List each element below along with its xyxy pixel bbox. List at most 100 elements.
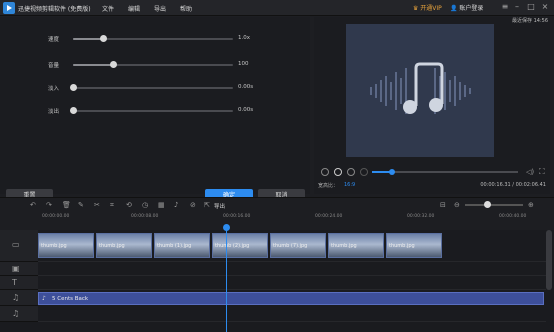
menu-file[interactable]: 文件 bbox=[102, 4, 114, 13]
audio-settings-panel: 速度 1.0x 音量 100 淡入 0.00s 淡出 0.00s 重置 确定 取… bbox=[0, 17, 310, 203]
last-saved-label: 最近保存 14:56 bbox=[512, 18, 548, 24]
split-icon[interactable]: ✂ bbox=[94, 201, 100, 209]
video-track-icon: ▭ bbox=[12, 240, 20, 249]
playhead-handle[interactable] bbox=[223, 224, 230, 231]
video-track-header: ▭ bbox=[0, 230, 38, 262]
zoom-in-icon[interactable]: ⊕ bbox=[528, 201, 534, 209]
ruler-label: 00:00:08.00 bbox=[131, 214, 159, 219]
overlay-lane[interactable] bbox=[38, 262, 546, 276]
clip-name: thumb (2).jpg bbox=[215, 243, 250, 249]
volume-slider-fill bbox=[73, 64, 113, 66]
rotate-icon[interactable]: ⟲ bbox=[126, 201, 132, 209]
video-clip[interactable]: thumb.jpg bbox=[328, 233, 384, 258]
timeline-toolbar: ↶ ↷ 🗑 ✎ ✂ ⌗ ⟲ ◷ ▦ ♪ ⊘ ⇱ 导出 ⊟ ⊖ ⊕ bbox=[0, 197, 554, 211]
zoom-slider-knob[interactable] bbox=[484, 201, 491, 208]
clip-name: thumb.jpg bbox=[331, 243, 357, 249]
speed-slider-fill bbox=[73, 38, 104, 40]
audio-lane[interactable] bbox=[38, 306, 546, 322]
timeline-ruler[interactable]: 00:00:00.00 00:00:08.00 00:00:16.00 00:0… bbox=[38, 212, 554, 230]
ruler-label: 00:00:16.00 bbox=[223, 214, 251, 219]
undo-icon[interactable]: ↶ bbox=[30, 201, 36, 209]
export-icon[interactable]: ⇱ bbox=[204, 201, 210, 209]
fade-in-label: 淡入 bbox=[48, 86, 60, 92]
menu-edit[interactable]: 编辑 bbox=[128, 4, 140, 13]
vip-button[interactable]: ♛ 开通VIP bbox=[413, 3, 442, 12]
video-clip[interactable]: thumb.jpg bbox=[96, 233, 152, 258]
fade-in-slider[interactable] bbox=[70, 84, 233, 91]
delete-icon[interactable]: 🗑 bbox=[62, 201, 71, 209]
video-clip[interactable]: thumb.jpg bbox=[386, 233, 442, 258]
text-track-icon: T bbox=[12, 278, 17, 287]
timeline-scrollbar[interactable] bbox=[546, 230, 552, 290]
music-track-icon: ♫ bbox=[12, 293, 20, 302]
app-title: 迅捷视频剪辑软件 (免费版) bbox=[18, 6, 91, 13]
speed-icon[interactable]: ◷ bbox=[142, 201, 148, 209]
user-icon: 👤 bbox=[450, 5, 458, 12]
clip-name: thumb.jpg bbox=[41, 243, 67, 249]
music-note-icon bbox=[370, 62, 471, 114]
edit-icon[interactable]: ✎ bbox=[78, 201, 84, 209]
export-label[interactable]: 导出 bbox=[214, 202, 225, 210]
volume-icon[interactable]: ◁) bbox=[526, 168, 534, 176]
fade-out-label: 淡出 bbox=[48, 109, 60, 115]
volume-slider[interactable] bbox=[73, 61, 233, 68]
video-clip[interactable]: thumb (1).jpg bbox=[154, 233, 210, 258]
fullscreen-toggle-icon[interactable] bbox=[360, 168, 368, 176]
playhead-line[interactable] bbox=[226, 227, 227, 332]
fade-out-slider[interactable] bbox=[70, 107, 233, 114]
account-login-button[interactable]: 👤 账户登录 bbox=[450, 3, 483, 12]
speed-slider-knob[interactable] bbox=[100, 35, 108, 42]
ruler-label: 00:00:00.00 bbox=[42, 214, 70, 219]
speed-label: 速度 bbox=[48, 37, 60, 43]
video-clip[interactable]: thumb (2).jpg bbox=[212, 233, 268, 258]
stop-icon[interactable] bbox=[321, 168, 329, 176]
freeze-icon[interactable]: ⊘ bbox=[190, 201, 196, 209]
zoom-slider[interactable] bbox=[465, 204, 523, 206]
mosaic-icon[interactable]: ▦ bbox=[158, 201, 165, 209]
maximize-icon[interactable]: □ bbox=[526, 2, 536, 12]
app-logo-icon bbox=[3, 2, 15, 14]
aspect-ratio-value[interactable]: 16:9 bbox=[344, 182, 355, 188]
crop-icon[interactable]: ⌗ bbox=[110, 201, 114, 209]
video-lane[interactable]: thumb.jpg thumb.jpg thumb (1).jpg thumb … bbox=[38, 230, 546, 262]
playback-progress[interactable] bbox=[372, 169, 518, 175]
volume-value: 100 bbox=[238, 61, 249, 67]
close-icon[interactable]: × bbox=[540, 2, 550, 12]
text-track-header: T bbox=[0, 276, 38, 290]
speed-value: 1.0x bbox=[238, 35, 251, 41]
timeline-tracks: ▭ ▣ T ♫ ♫ thumb.jpg thumb.jpg thumb (1).… bbox=[0, 230, 554, 332]
menu-icon[interactable]: ≡ bbox=[500, 2, 510, 12]
menu-export[interactable]: 导出 bbox=[154, 4, 166, 13]
minimize-icon[interactable]: – bbox=[512, 2, 522, 12]
next-icon[interactable] bbox=[347, 168, 355, 176]
speed-slider[interactable] bbox=[73, 35, 233, 42]
fit-icon[interactable]: ⊟ bbox=[440, 201, 446, 209]
title-bar: 迅捷视频剪辑软件 (免费版) 文件 编辑 导出 帮助 ♛ 开通VIP 👤 账户登… bbox=[0, 0, 554, 16]
clip-name: thumb (7).jpg bbox=[273, 243, 308, 249]
video-clip[interactable]: thumb (7).jpg bbox=[270, 233, 326, 258]
video-clip[interactable]: thumb.jpg bbox=[38, 233, 94, 258]
preview-screen[interactable] bbox=[346, 24, 494, 157]
fade-out-slider-knob[interactable] bbox=[70, 107, 77, 114]
volume-slider-knob[interactable] bbox=[110, 61, 117, 68]
expand-icon[interactable]: ⛶ bbox=[539, 167, 545, 177]
overlay-track-header: ▣ bbox=[0, 262, 38, 276]
clip-name: thumb (1).jpg bbox=[157, 243, 192, 249]
audio-track-icon: ♫ bbox=[12, 309, 20, 318]
music-clip[interactable]: ♪ 5 Cents Back bbox=[38, 292, 544, 305]
redo-icon[interactable]: ↷ bbox=[46, 201, 52, 209]
play-icon[interactable] bbox=[334, 168, 342, 176]
menu-help[interactable]: 帮助 bbox=[180, 4, 192, 13]
playback-progress-knob[interactable] bbox=[389, 169, 396, 175]
vip-label: 开通VIP bbox=[420, 5, 442, 12]
aspect-ratio-label: 宽高比： bbox=[318, 183, 339, 189]
app-window: 迅捷视频剪辑软件 (免费版) 文件 编辑 导出 帮助 ♛ 开通VIP 👤 账户登… bbox=[0, 0, 554, 332]
mic-icon[interactable]: ♪ bbox=[174, 201, 178, 209]
preview-panel: 最近保存 14:56 ◁) ⛶ 宽高比： 16:9 00:00:16.31 / … bbox=[314, 17, 550, 194]
fade-in-slider-knob[interactable] bbox=[70, 84, 77, 91]
text-lane[interactable] bbox=[38, 276, 546, 290]
zoom-out-icon[interactable]: ⊖ bbox=[454, 201, 460, 209]
clip-name: thumb.jpg bbox=[99, 243, 125, 249]
playback-controls: ◁) ⛶ 宽高比： 16:9 00:00:16.31 / 00:02:06.41 bbox=[314, 163, 550, 193]
fade-in-value: 0.00s bbox=[238, 84, 254, 90]
